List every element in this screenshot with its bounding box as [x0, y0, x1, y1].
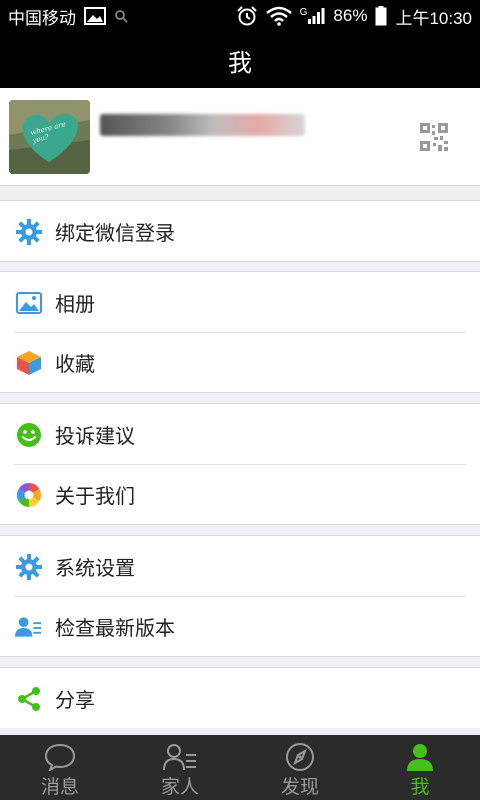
menu-item-about[interactable]: 关于我们 — [0, 464, 480, 524]
cube-icon — [15, 349, 42, 376]
signal-icon: G — [300, 7, 326, 25]
menu-item-bind-wechat[interactable]: 绑定微信登录 — [0, 201, 480, 261]
menu-group-support: 投诉建议 关于我们 — [0, 403, 480, 525]
menu-item-label: 投诉建议 — [55, 425, 135, 448]
tab-label: 发现 — [280, 777, 319, 798]
menu-item-label: 分享 — [55, 689, 95, 712]
menu-item-label: 检查最新版本 — [55, 617, 175, 640]
network-type-label: G — [299, 7, 308, 18]
menu-item-label: 绑定微信登录 — [55, 222, 175, 245]
qr-code-icon[interactable] — [420, 123, 448, 151]
status-bar: 中国移动 G 86% 上午10:30 — [0, 0, 480, 32]
contacts-icon — [163, 742, 197, 772]
battery-percent: 86% — [333, 6, 368, 25]
smiley-icon — [15, 421, 42, 448]
profile-name-redacted — [100, 114, 305, 136]
menu-item-check-update[interactable]: 检查最新版本 — [0, 596, 480, 656]
chat-bubble-icon — [43, 742, 77, 772]
menu-item-feedback[interactable]: 投诉建议 — [0, 404, 480, 464]
battery-icon — [375, 6, 387, 26]
profile-card[interactable]: where are you? — [0, 88, 480, 186]
tab-label: 家人 — [160, 777, 199, 798]
bottom-tab-bar: 消息 家人 发现 我 — [0, 735, 480, 800]
wifi-icon — [265, 6, 292, 26]
tab-family[interactable]: 家人 — [120, 735, 240, 800]
menu-item-label: 关于我们 — [55, 485, 135, 508]
title-bar: 我 — [0, 32, 480, 88]
menu-item-label: 收藏 — [55, 353, 95, 376]
carrier-label: 中国移动 — [8, 8, 76, 28]
tab-label: 我 — [410, 777, 430, 798]
menu-group-share: 分享 — [0, 667, 480, 728]
alarm-icon — [236, 6, 258, 26]
menu-group-account: 绑定微信登录 — [0, 200, 480, 262]
search-notification-icon — [114, 9, 128, 23]
menu-item-settings[interactable]: 系统设置 — [0, 536, 480, 596]
tab-label: 消息 — [40, 777, 79, 798]
aperture-icon — [15, 481, 42, 508]
gear-icon — [15, 553, 42, 580]
tab-discover[interactable]: 发现 — [240, 735, 360, 800]
share-icon — [15, 685, 42, 712]
menu-group-content: 相册 收藏 — [0, 271, 480, 393]
tab-messages[interactable]: 消息 — [0, 735, 120, 800]
image-icon — [15, 289, 42, 316]
gallery-notification-icon — [84, 7, 106, 25]
clock: 上午10:30 — [395, 8, 472, 28]
page-title: 我 — [228, 49, 252, 77]
menu-item-favorites[interactable]: 收藏 — [0, 332, 480, 392]
menu-item-album[interactable]: 相册 — [0, 272, 480, 332]
menu-item-share[interactable]: 分享 — [0, 668, 480, 728]
menu-item-label: 相册 — [55, 293, 95, 316]
gear-icon — [15, 218, 42, 245]
menu-group-system: 系统设置 检查最新版本 — [0, 535, 480, 657]
user-list-icon — [15, 613, 42, 640]
compass-icon — [283, 742, 317, 772]
menu-item-label: 系统设置 — [55, 557, 135, 580]
person-icon — [403, 742, 437, 772]
avatar[interactable]: where are you? — [9, 100, 90, 174]
tab-me[interactable]: 我 — [360, 735, 480, 800]
